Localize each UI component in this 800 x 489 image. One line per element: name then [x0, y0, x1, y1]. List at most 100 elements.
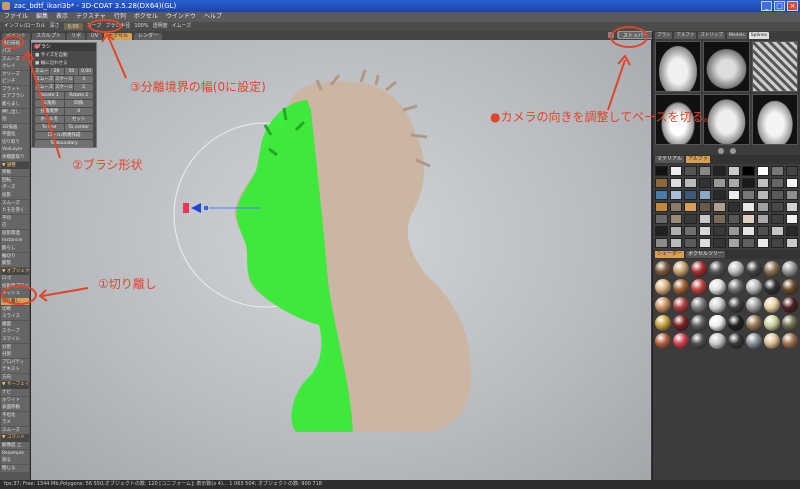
room-tab[interactable]: リポ: [67, 33, 86, 40]
material-swatch[interactable]: [655, 226, 668, 236]
brush-param[interactable]: スムーズ: [35, 68, 49, 75]
material-swatch[interactable]: [669, 202, 682, 212]
material-swatch[interactable]: [698, 238, 711, 248]
material-swatch[interactable]: [756, 226, 769, 236]
panel-tab[interactable]: マテリアル: [655, 156, 684, 163]
tool-item[interactable]: ポーズ: [1, 184, 29, 192]
panel-tab[interactable]: ブラシ: [655, 32, 673, 39]
tool-item[interactable]: 膨張: [1, 260, 29, 268]
tool-item[interactable]: スムーズ: [1, 199, 29, 207]
tool-item[interactable]: 投影関連: [1, 229, 29, 238]
toolbar-item[interactable]: 100%: [134, 22, 148, 31]
tool-item[interactable]: 回転: [1, 176, 29, 184]
material-swatch[interactable]: [785, 238, 798, 248]
material-swatch[interactable]: [771, 166, 784, 176]
tool-item[interactable]: ヒモを巻く: [1, 207, 29, 215]
model-thumbnail[interactable]: [655, 41, 702, 92]
material-swatch[interactable]: [785, 214, 798, 224]
material-swatch[interactable]: [713, 166, 726, 176]
shader-ball[interactable]: [745, 333, 762, 349]
tool-item[interactable]: スマイル: [1, 335, 29, 344]
material-swatch[interactable]: [713, 178, 726, 188]
material-swatch[interactable]: [742, 178, 755, 188]
tool-item[interactable]: VoxLayer: [1, 146, 29, 154]
material-swatch[interactable]: [684, 202, 697, 212]
tool-item[interactable]: 膨らし: [1, 245, 29, 253]
brush-shape-button[interactable]: To center: [64, 124, 93, 131]
material-swatch[interactable]: [713, 226, 726, 236]
prev-icon[interactable]: [717, 148, 724, 154]
material-swatch[interactable]: [655, 202, 668, 212]
panel-tab[interactable]: Splines: [748, 32, 769, 39]
tool-item[interactable]: ピンチ: [1, 78, 29, 86]
toolbar-item[interactable]: 深さ: [50, 22, 60, 31]
brush-footer-button[interactable]: ロール/新規作成: [35, 132, 93, 139]
tool-item[interactable]: 刃: [1, 222, 29, 230]
shader-ball[interactable]: [727, 279, 744, 295]
tool-item[interactable]: 押し出し: [1, 108, 29, 116]
material-swatch[interactable]: [655, 166, 668, 176]
material-swatch[interactable]: [698, 214, 711, 224]
shader-ball[interactable]: [691, 315, 708, 331]
menu-item[interactable]: ファイル: [4, 12, 28, 22]
tool-item[interactable]: 閉じる: [1, 464, 29, 472]
tool-item[interactable]: 膨らまし: [1, 101, 29, 109]
shader-ball[interactable]: [709, 261, 726, 277]
menu-item[interactable]: 編集: [36, 12, 48, 22]
material-swatch[interactable]: [785, 190, 798, 200]
shader-ball[interactable]: [655, 315, 672, 331]
brush-shape-button[interactable]: 0: [64, 108, 93, 115]
shader-ball[interactable]: [673, 315, 690, 331]
brush-shape-button[interactable]: ホールを: [35, 116, 64, 123]
tool-item[interactable]: パス: [1, 47, 29, 56]
shader-ball[interactable]: [727, 261, 744, 277]
material-swatch[interactable]: [785, 226, 798, 236]
material-swatch[interactable]: [669, 238, 682, 248]
menu-item[interactable]: ボクセル: [134, 12, 158, 22]
shader-ball[interactable]: [781, 261, 798, 277]
material-swatch[interactable]: [655, 178, 668, 188]
shader-ball[interactable]: [745, 297, 762, 313]
close-icon[interactable]: ●: [34, 44, 39, 50]
material-swatch[interactable]: [742, 238, 755, 248]
panel-tab[interactable]: アルファ: [685, 156, 710, 163]
next-icon[interactable]: [729, 148, 736, 154]
shader-ball[interactable]: [763, 261, 780, 277]
tool-item[interactable]: 分割: [1, 343, 29, 351]
material-swatch[interactable]: [698, 190, 711, 200]
shader-ball[interactable]: [727, 333, 744, 349]
brush-param[interactable]: 0.00: [79, 68, 93, 75]
material-swatch[interactable]: [655, 238, 668, 248]
tool-item[interactable]: フラット: [1, 85, 29, 94]
tool-item[interactable]: 解像度 上: [1, 442, 29, 450]
shader-ball[interactable]: [727, 315, 744, 331]
material-swatch[interactable]: [727, 214, 740, 224]
tool-item[interactable]: スムーズ: [1, 55, 29, 63]
brush-shape-button[interactable]: 四角: [64, 100, 93, 107]
material-swatch[interactable]: [742, 202, 755, 212]
material-swatch[interactable]: [713, 238, 726, 248]
tool-item[interactable]: 鏡面: [1, 320, 29, 328]
tool-item[interactable]: 平坦化: [1, 411, 29, 419]
brush-param[interactable]: 4: [74, 76, 94, 83]
shader-ball[interactable]: [709, 333, 726, 349]
model-thumbnail[interactable]: [751, 94, 798, 145]
material-swatch[interactable]: [727, 202, 740, 212]
toolbar-item[interactable]: イムーズ: [172, 22, 192, 31]
material-swatch[interactable]: [669, 190, 682, 200]
material-swatch[interactable]: [684, 226, 697, 236]
material-swatch[interactable]: [785, 202, 798, 212]
tool-item[interactable]: 平面化: [1, 131, 29, 139]
brush-shape-button[interactable]: To line: [35, 124, 64, 131]
material-swatch[interactable]: [756, 178, 769, 188]
tool-item[interactable]: 平均: [1, 214, 29, 222]
material-swatch[interactable]: [698, 202, 711, 212]
material-swatch[interactable]: [742, 226, 755, 236]
menu-item[interactable]: ヘルプ: [204, 12, 222, 22]
shader-ball[interactable]: [727, 297, 744, 313]
tool-item[interactable]: スクープ: [1, 328, 29, 336]
shader-ball[interactable]: [763, 315, 780, 331]
shader-ball[interactable]: [763, 297, 780, 313]
shader-ball[interactable]: [655, 261, 672, 277]
room-tab[interactable]: UV: [87, 33, 103, 40]
